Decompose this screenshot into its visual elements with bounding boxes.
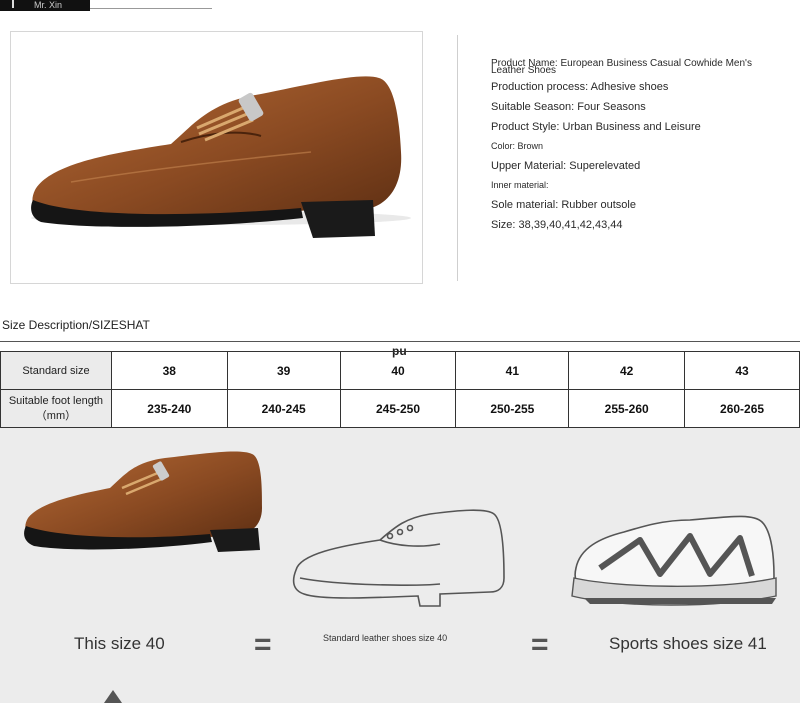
brand-underline bbox=[90, 8, 212, 9]
foot-length-label: Suitable foot length（mm） bbox=[0, 389, 112, 428]
brown-shoe-icon bbox=[24, 451, 262, 552]
size-cell: 38 bbox=[110, 351, 228, 390]
vertical-divider bbox=[457, 35, 458, 281]
spec-value: 38,39,40,41,42,43,44 bbox=[518, 219, 623, 231]
spec-row: Production process: Adhesive shoes bbox=[491, 81, 668, 93]
spec-key: Size: bbox=[491, 219, 516, 231]
spec-key: Production process: bbox=[491, 81, 589, 93]
equals-sign-2: = bbox=[531, 628, 549, 661]
leather-shoe-outline-icon bbox=[292, 509, 505, 607]
spec-row: Color: Brown bbox=[491, 141, 543, 151]
spec-row: Product Style: Urban Business and Leisur… bbox=[491, 121, 701, 133]
table-row: Standard size 38 39 40 41 42 43 bbox=[0, 351, 800, 390]
spec-value: Superelevated bbox=[569, 160, 641, 172]
size-cell: 41 bbox=[455, 351, 570, 390]
size-cell: 40 bbox=[339, 351, 457, 390]
spec-row: Upper Material: Superelevated bbox=[491, 160, 640, 172]
size-description-title: Size Description/SIZESHAT bbox=[2, 318, 150, 332]
arrow-up-icon bbox=[104, 690, 122, 703]
spec-value: Brown bbox=[517, 141, 544, 151]
spec-value: Adhesive shoes bbox=[590, 81, 669, 93]
foot-length-cell: 240-245 bbox=[226, 389, 341, 428]
sports-shoe-caption: Sports shoes size 41 bbox=[609, 634, 767, 653]
spec-value: Urban Business and Leisure bbox=[562, 121, 701, 133]
size-table: Standard size 38 39 40 41 42 43 Suitable foot… bbox=[0, 351, 800, 428]
foot-length-cell: 250-255 bbox=[455, 389, 570, 428]
size-cell: 42 bbox=[568, 351, 686, 390]
spec-key: Sole material: bbox=[491, 199, 559, 211]
brown-dress-shoe-icon bbox=[31, 76, 411, 238]
spec-key: Suitable Season: bbox=[491, 101, 575, 113]
size-divider bbox=[0, 341, 800, 342]
foot-length-cell: 245-250 bbox=[339, 389, 457, 428]
foot-length-cell: 255-260 bbox=[568, 389, 686, 428]
leather-shoe-caption: Standard leather shoes size 40 bbox=[323, 633, 448, 643]
spec-key: Product Style: bbox=[491, 121, 560, 133]
spec-row: Inner material: bbox=[491, 180, 549, 190]
spec-value: Rubber outsole bbox=[561, 199, 636, 211]
spec-value: Four Seasons bbox=[577, 101, 646, 113]
spec-row: Suitable Season: Four Seasons bbox=[491, 101, 646, 113]
equals-sign: = bbox=[254, 628, 272, 661]
spec-key: Inner material: bbox=[491, 180, 549, 190]
brand-name: Mr. Xin bbox=[34, 0, 63, 10]
spec-key: Color: bbox=[491, 141, 516, 151]
sports-shoe-icon bbox=[571, 515, 777, 606]
standard-size-label: Standard size bbox=[0, 351, 112, 390]
size-cell: 39 bbox=[226, 351, 341, 390]
size-comparison-panel: This size 40 = Standard leather shoes si… bbox=[0, 428, 800, 703]
this-size-caption: This size 40 bbox=[74, 634, 165, 653]
spec-row: Size: 38,39,40,41,42,43,44 bbox=[491, 219, 623, 231]
foot-length-cell: 235-240 bbox=[110, 389, 228, 428]
comparison-illustration bbox=[24, 451, 777, 607]
spec-key: Upper Material: bbox=[491, 160, 567, 172]
brand-mark-icon bbox=[12, 0, 14, 8]
brand-tab: Mr. Xin bbox=[0, 0, 90, 11]
spec-row: Product Name: European Business Casual C… bbox=[491, 59, 781, 76]
table-row: Suitable foot length（mm） 235-240 240-245 2… bbox=[0, 389, 800, 428]
foot-length-cell: 260-265 bbox=[684, 389, 800, 428]
product-photo bbox=[10, 31, 423, 284]
spec-row: Sole material: Rubber outsole bbox=[491, 199, 636, 211]
size-cell: 43 bbox=[684, 351, 800, 390]
